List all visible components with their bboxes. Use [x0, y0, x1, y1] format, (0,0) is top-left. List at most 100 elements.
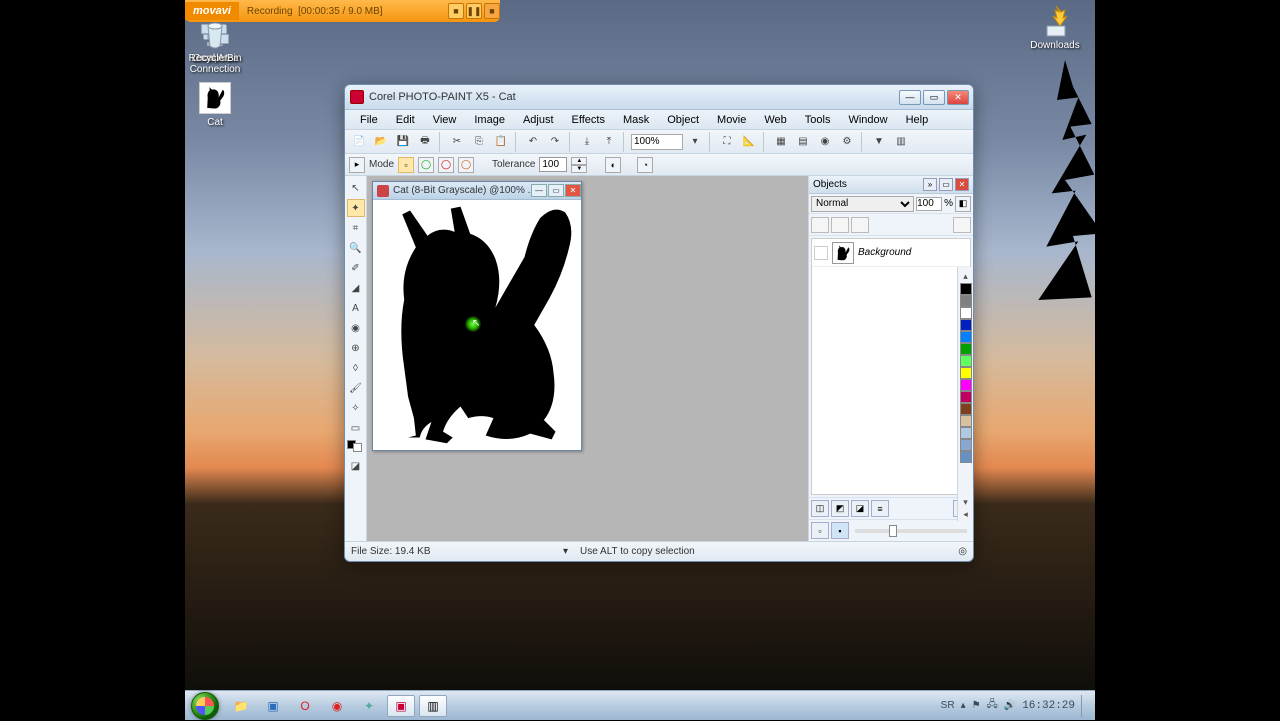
docker-collapse[interactable]: »	[923, 178, 937, 191]
lock-position[interactable]	[831, 217, 849, 233]
app-launcher-button[interactable]: ▥	[891, 132, 911, 152]
tray-flag-icon[interactable]: ⚑	[972, 700, 981, 711]
taskbar-explorer[interactable]: 📁	[227, 695, 255, 717]
eraser-tool[interactable]: ◢	[347, 279, 365, 297]
redeye-tool[interactable]: ◉	[347, 319, 365, 337]
eyedropper-tool[interactable]: ✐	[347, 259, 365, 277]
color-swatch[interactable]	[960, 295, 972, 307]
copy-button[interactable]: ⎘	[469, 132, 489, 152]
new-object-button[interactable]: ◫	[811, 500, 829, 517]
menu-adjust[interactable]: Adjust	[514, 112, 563, 128]
antialias-button[interactable]: ◐	[605, 157, 621, 173]
new-lens[interactable]	[953, 217, 971, 233]
palette-flyout[interactable]: ◂	[963, 509, 968, 521]
paint-tool[interactable]: 🖌	[347, 379, 365, 397]
color-swatch[interactable]	[960, 391, 972, 403]
redo-button[interactable]: ↷	[545, 132, 565, 152]
record-pause-button[interactable]: ❚❚	[466, 3, 482, 19]
palette-up[interactable]: ▴	[963, 271, 968, 283]
snap-button[interactable]: ◉	[815, 132, 835, 152]
menu-object[interactable]: Object	[658, 112, 708, 128]
clock[interactable]: 16:32:29	[1022, 700, 1075, 712]
prop-flyout[interactable]: ▸	[349, 157, 365, 173]
start-button[interactable]	[185, 691, 225, 721]
visibility-toggle[interactable]	[814, 246, 828, 260]
mode-add[interactable]: ◯	[418, 157, 434, 173]
new-button[interactable]: 📄	[349, 132, 369, 152]
color-swatch[interactable]	[960, 355, 972, 367]
print-button[interactable]: 🖶	[415, 132, 435, 152]
grid-button[interactable]: ▦	[771, 132, 791, 152]
mode-subtract[interactable]: ◯	[438, 157, 454, 173]
objects-list[interactable]: Background	[811, 238, 971, 495]
color-swatch[interactable]	[960, 319, 972, 331]
undo-button[interactable]: ↶	[523, 132, 543, 152]
close-button[interactable]: ✕	[947, 90, 969, 105]
show-desktop[interactable]	[1081, 695, 1089, 717]
canvas[interactable]: ↖	[373, 200, 581, 450]
save-button[interactable]: 💾	[393, 132, 413, 152]
guides-button[interactable]: ▤	[793, 132, 813, 152]
mode-xor[interactable]: ◯	[458, 157, 474, 173]
color-swatch[interactable]	[960, 307, 972, 319]
export-button[interactable]: ⤒	[599, 132, 619, 152]
menu-mask[interactable]: Mask	[614, 112, 658, 128]
menu-window[interactable]: Window	[839, 112, 896, 128]
thumbnail-small[interactable]: ▫	[811, 522, 829, 539]
color-swatch[interactable]	[960, 427, 972, 439]
combine-button[interactable]: ◪	[851, 500, 869, 517]
doc-maximize[interactable]: ▭	[548, 184, 564, 197]
status-dropdown[interactable]: ▾	[563, 546, 568, 557]
object-item-background[interactable]: Background	[812, 239, 970, 267]
import-button[interactable]: ⤓	[577, 132, 597, 152]
tolerance-input[interactable]	[539, 157, 567, 172]
color-proof-icon[interactable]: ◎	[958, 546, 967, 557]
menu-help[interactable]: Help	[897, 112, 938, 128]
text-tool[interactable]: A	[347, 299, 365, 317]
mask-wand-tool[interactable]: ✦	[347, 199, 365, 217]
opacity-flyout[interactable]: ◧	[955, 196, 971, 212]
launcher-button[interactable]: ▼	[869, 132, 889, 152]
color-swatch[interactable]	[960, 415, 972, 427]
thumbnail-large[interactable]: ▪	[831, 522, 849, 539]
fullscreen-button[interactable]: ⛶	[717, 132, 737, 152]
menu-web[interactable]: Web	[755, 112, 795, 128]
color-swatch[interactable]	[960, 439, 972, 451]
record-stop-button[interactable]: ■	[448, 3, 464, 19]
shape-tool[interactable]: ▭	[347, 419, 365, 437]
menu-effects[interactable]: Effects	[563, 112, 614, 128]
lock-transparency[interactable]	[811, 217, 829, 233]
menu-movie[interactable]: Movie	[708, 112, 755, 128]
tray-up-icon[interactable]: ▴	[961, 700, 966, 711]
menu-image[interactable]: Image	[465, 112, 514, 128]
menu-tools[interactable]: Tools	[796, 112, 840, 128]
canvas-zone[interactable]: Cat (8-Bit Grayscale) @100% ... — ▭ ✕ ↖	[367, 176, 808, 541]
zoom-dropdown[interactable]: ▾	[685, 132, 705, 152]
maximize-button[interactable]: ▭	[923, 90, 945, 105]
tray-volume-icon[interactable]: 🔊	[1004, 700, 1016, 711]
minimize-button[interactable]: —	[899, 90, 921, 105]
palette-down[interactable]: ▾	[963, 497, 968, 509]
taskbar-item-7[interactable]: ▥	[419, 695, 447, 717]
new-group-button[interactable]: ◩	[831, 500, 849, 517]
color-swatch[interactable]	[960, 379, 972, 391]
color-swap[interactable]	[347, 440, 365, 454]
menu-view[interactable]: View	[424, 112, 466, 128]
clone-tool[interactable]: ⊕	[347, 339, 365, 357]
pick-tool[interactable]: ↖	[347, 179, 365, 197]
taskbar-item-2[interactable]: ▣	[259, 695, 287, 717]
color-swatch[interactable]	[960, 283, 972, 295]
options-button[interactable]: ⚙	[837, 132, 857, 152]
menu-edit[interactable]: Edit	[387, 112, 424, 128]
zoom-select[interactable]	[631, 134, 683, 150]
zoom-tool[interactable]: 🔍	[347, 239, 365, 257]
fill-tool[interactable]: ◊	[347, 359, 365, 377]
blend-mode-select[interactable]: Normal	[811, 196, 914, 212]
taskbar-photopaint[interactable]: ▣	[387, 695, 415, 717]
taskbar-item-5[interactable]: ✦	[355, 695, 383, 717]
effect-tool[interactable]: ✧	[347, 399, 365, 417]
taskbar-item-4[interactable]: ◉	[323, 695, 351, 717]
desktop-icon-recyclebin[interactable]: Recycle Bin	[185, 18, 245, 64]
desktop-icon-downloads[interactable]: Downloads	[1015, 5, 1095, 51]
crop-tool[interactable]: ⌗	[347, 219, 365, 237]
